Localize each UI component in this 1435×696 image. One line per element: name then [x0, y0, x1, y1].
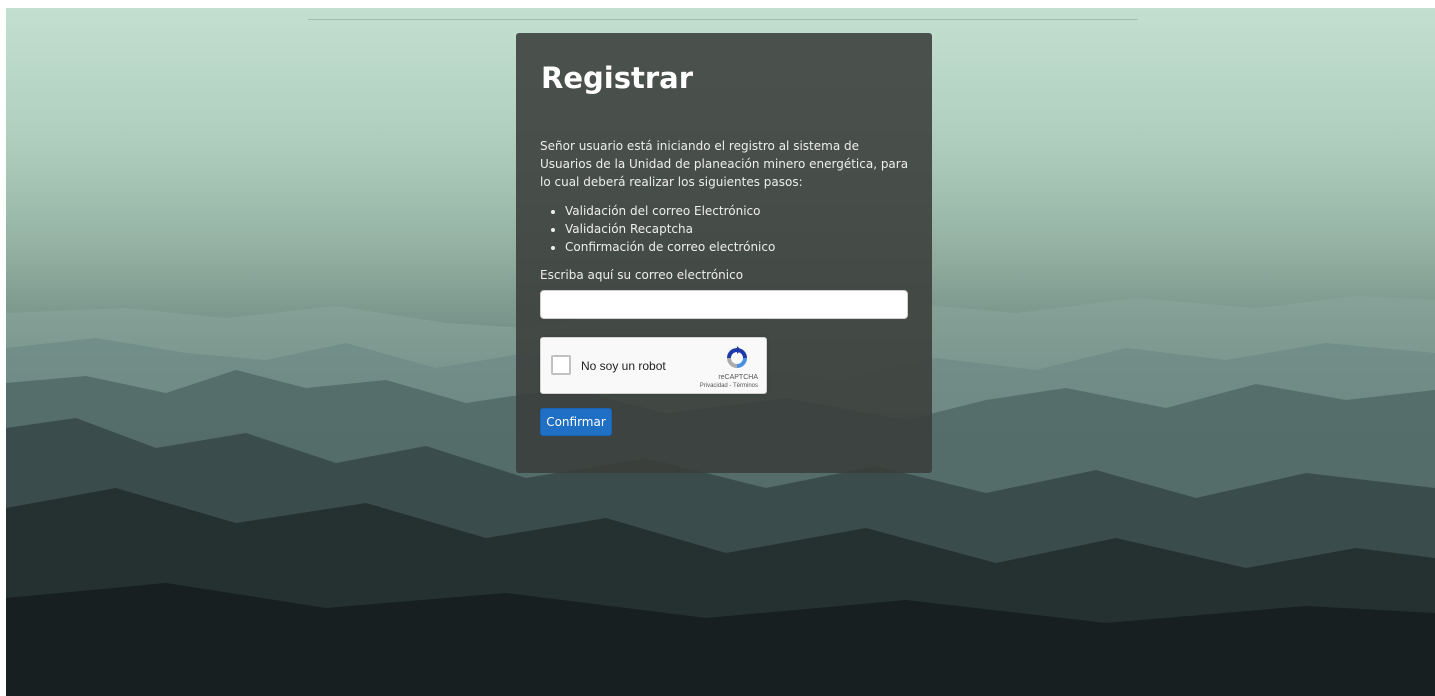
recaptcha-logo-icon	[727, 346, 747, 368]
recaptcha-widget: No soy un robot reCAPTCHA Privacidad - T…	[540, 337, 767, 394]
page-title: Registrar	[541, 61, 693, 95]
step-item: Validación Recaptcha	[565, 220, 775, 238]
recaptcha-terms-link[interactable]: Términos	[733, 383, 758, 389]
register-card: Registrar Señor usuario está iniciando e…	[516, 33, 932, 473]
email-input[interactable]	[540, 290, 908, 319]
step-item: Confirmación de correo electrónico	[565, 238, 775, 256]
top-divider	[308, 19, 1138, 20]
recaptcha-brand: reCAPTCHA	[718, 374, 758, 381]
email-label: Escriba aquí su correo electrónico	[540, 268, 744, 282]
step-item: Validación del correo Electrónico	[565, 202, 775, 220]
recaptcha-checkbox[interactable]	[551, 355, 571, 375]
steps-list: Validación del correo Electrónico Valida…	[540, 202, 775, 256]
confirm-button[interactable]: Confirmar	[540, 408, 612, 436]
intro-text: Señor usuario está iniciando el registro…	[540, 139, 909, 189]
recaptcha-label: No soy un robot	[581, 359, 666, 373]
recaptcha-links: Privacidad - Términos	[700, 383, 758, 389]
recaptcha-privacy-link[interactable]: Privacidad	[700, 383, 728, 389]
page: Registrar Señor usuario está iniciando e…	[0, 0, 1435, 696]
